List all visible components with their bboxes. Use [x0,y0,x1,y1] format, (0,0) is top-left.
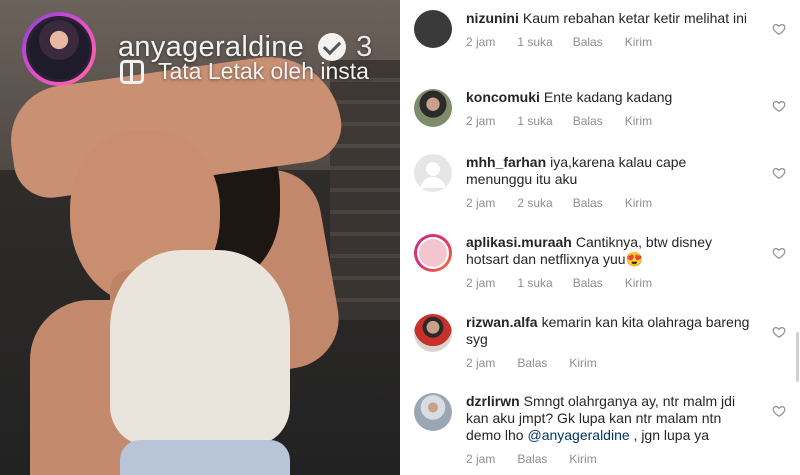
layout-icon [120,59,144,84]
comment-meta: 2 jam Balas Kirim [466,356,756,370]
verified-badge-icon [318,33,347,61]
comment-likes[interactable]: 1 suka [517,35,552,49]
comment-text: Ente kadang kadang [543,89,673,105]
comment-likes[interactable]: 1 suka [517,276,552,290]
comment-username[interactable]: mhh_farhan [466,154,546,170]
comment-item: dzrlirwn Smngt olahrganya ay, ntr malm jd… [414,393,786,466]
send-button[interactable]: Kirim [625,35,652,49]
comment-item: rizwan.alfa kemarin kan kita olahraga bar… [414,314,786,370]
comments-panel: nizunini Kaum rebahan ketar ketir melihat… [400,0,800,475]
mention-link[interactable]: @anyageraldine [527,427,629,443]
reply-button[interactable]: Balas [517,452,547,466]
comment-username[interactable]: nizunini [466,10,519,26]
comment-meta: 2 jam 1 suka Balas Kirim [466,114,756,128]
background-shelf [330,60,400,320]
heart-icon[interactable] [772,22,786,36]
comment-item: koncomuki Ente kadang kadang 2 jam 1 suka… [414,89,786,128]
comment-item: mhh_farhan iya,karena kalau cape menunggu… [414,154,786,210]
scrollbar[interactable] [796,332,799,382]
comment-username[interactable]: dzrlirwn [466,393,520,409]
send-button[interactable]: Kirim [569,356,596,370]
avatar[interactable] [414,154,452,192]
comment-likes[interactable]: 1 suka [517,114,552,128]
heart-icon[interactable] [772,166,786,180]
reply-button[interactable]: Balas [573,114,603,128]
heart-icon[interactable] [772,246,786,260]
comment-item: nizunini Kaum rebahan ketar ketir melihat… [414,10,786,49]
heart-icon[interactable] [772,325,786,339]
comment-time: 2 jam [466,196,496,210]
comment-username[interactable]: koncomuki [466,89,540,105]
reply-button[interactable]: Balas [517,356,547,370]
comment-username[interactable]: aplikasi.muraah [466,234,572,250]
layout-text: Tata Letak oleh insta [158,58,369,84]
send-button[interactable]: Kirim [625,196,652,210]
pants [120,440,290,475]
default-avatar-icon [420,162,446,188]
reply-button[interactable]: Balas [573,196,603,210]
story-photo-panel: anyageraldine 3 Tata Letak oleh insta [0,0,400,475]
reply-button[interactable]: Balas [573,35,603,49]
comment-meta: 2 jam 2 suka Balas Kirim [466,196,756,210]
comment-time: 2 jam [466,276,496,290]
avatar[interactable] [414,314,452,352]
avatar[interactable] [414,89,452,127]
story-avatar[interactable] [22,12,96,86]
comment-username[interactable]: rizwan.alfa [466,314,538,330]
comment-time: 2 jam [466,452,496,466]
avatar[interactable] [414,10,452,48]
heart-icon[interactable] [772,404,786,418]
avatar[interactable] [414,234,452,272]
comment-text-after: , jgn lupa ya [629,427,710,443]
send-button[interactable]: Kirim [569,452,596,466]
comment-item: aplikasi.muraah Cantiknya, btw disney hot… [414,234,786,290]
comment-time: 2 jam [466,356,496,370]
comment-text: Kaum rebahan ketar ketir melihat ini [522,10,747,26]
send-button[interactable]: Kirim [625,114,652,128]
comment-meta: 2 jam Balas Kirim [466,452,756,466]
avatar[interactable] [414,393,452,431]
reply-button[interactable]: Balas [573,276,603,290]
comment-meta: 2 jam 1 suka Balas Kirim [466,276,756,290]
comment-time: 2 jam [466,114,496,128]
comment-likes[interactable]: 2 suka [517,196,552,210]
comment-meta: 2 jam 1 suka Balas Kirim [466,35,756,49]
send-button[interactable]: Kirim [625,276,652,290]
sports-top [110,250,290,445]
heart-icon[interactable] [772,99,786,113]
layout-attribution[interactable]: Tata Letak oleh insta [120,58,369,85]
comment-time: 2 jam [466,35,496,49]
